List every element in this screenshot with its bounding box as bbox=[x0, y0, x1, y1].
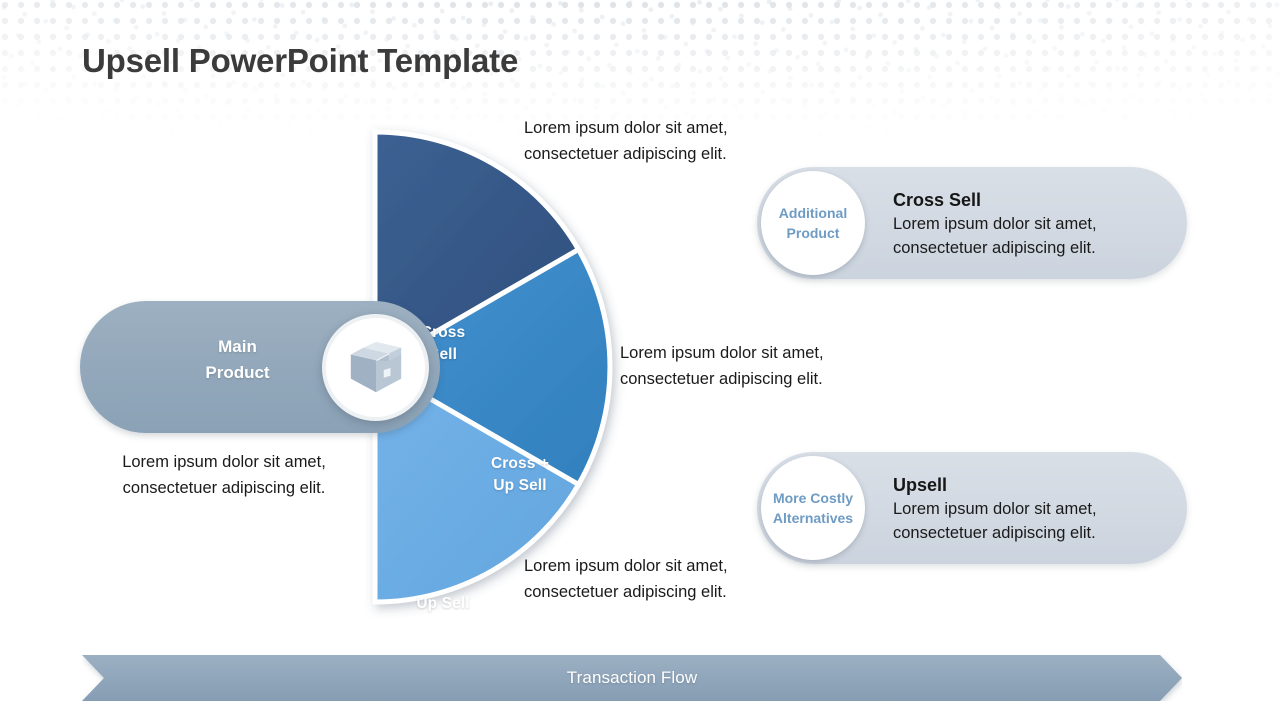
side-card-upsell[interactable]: More Costly Alternatives Upsell Lorem ip… bbox=[757, 452, 1187, 564]
page-title: Upsell PowerPoint Template bbox=[82, 42, 519, 79]
wedge-label-cross-up-sell: Cross + Up Sell bbox=[460, 453, 580, 497]
package-box-icon bbox=[350, 341, 401, 392]
slide-canvas: Upsell PowerPoint Template Cross Sell Cr… bbox=[0, 0, 1280, 720]
wedge-description-cross-sell: Lorem ipsum dolor sit amet, consectetuer… bbox=[524, 119, 728, 163]
wedge-up-sell-line1: Up Sell bbox=[416, 595, 470, 612]
badge-cross-sell-line2: Product bbox=[786, 225, 840, 241]
side-card-cross-sell[interactable]: Additional Product Cross Sell Lorem ipsu… bbox=[757, 167, 1187, 279]
side-card-body-cross-sell: Cross Sell Lorem ipsum dolor sit amet, c… bbox=[893, 189, 1173, 260]
side-card-badge-text-upsell: More Costly Alternatives bbox=[773, 488, 853, 529]
side-card-body-upsell: Upsell Lorem ipsum dolor sit amet, conse… bbox=[893, 474, 1173, 545]
transaction-flow-label: Transaction Flow bbox=[566, 668, 698, 687]
main-product-label-line2: Product bbox=[205, 363, 270, 383]
main-product-description: Lorem ipsum dolor sit amet, consectetuer… bbox=[122, 453, 326, 497]
badge-cross-sell-line1: Additional bbox=[778, 204, 848, 221]
side-card-title-upsell: Upsell bbox=[893, 475, 948, 495]
main-product-label: Main Product bbox=[140, 334, 335, 387]
wedge-cross-up-sell-line1: Cross + bbox=[491, 455, 549, 472]
wedge-description-up-sell: Lorem ipsum dolor sit amet, consectetuer… bbox=[524, 557, 728, 601]
badge-upsell-line1: More Costly bbox=[772, 489, 854, 506]
badge-upsell-line2: Alternatives bbox=[772, 510, 854, 526]
package-icon-circle[interactable] bbox=[322, 314, 429, 421]
side-card-description-cross-sell: Lorem ipsum dolor sit amet, consectetuer… bbox=[893, 215, 1097, 257]
side-card-badge-upsell: More Costly Alternatives bbox=[761, 456, 865, 560]
wedge-description-cross-up-sell: Lorem ipsum dolor sit amet, consectetuer… bbox=[620, 344, 824, 388]
side-card-description-upsell: Lorem ipsum dolor sit amet, consectetuer… bbox=[893, 500, 1097, 542]
transaction-flow-banner[interactable]: Transaction Flow bbox=[82, 655, 1182, 701]
side-card-title-cross-sell: Cross Sell bbox=[893, 190, 982, 210]
main-product-label-line1: Main bbox=[218, 337, 257, 356]
wedge-cross-up-sell-line2: Up Sell bbox=[493, 477, 547, 494]
side-card-badge-cross-sell: Additional Product bbox=[761, 171, 865, 275]
side-card-badge-text-cross-sell: Additional Product bbox=[779, 203, 847, 244]
wedge-label-up-sell: Up Sell bbox=[388, 593, 498, 615]
